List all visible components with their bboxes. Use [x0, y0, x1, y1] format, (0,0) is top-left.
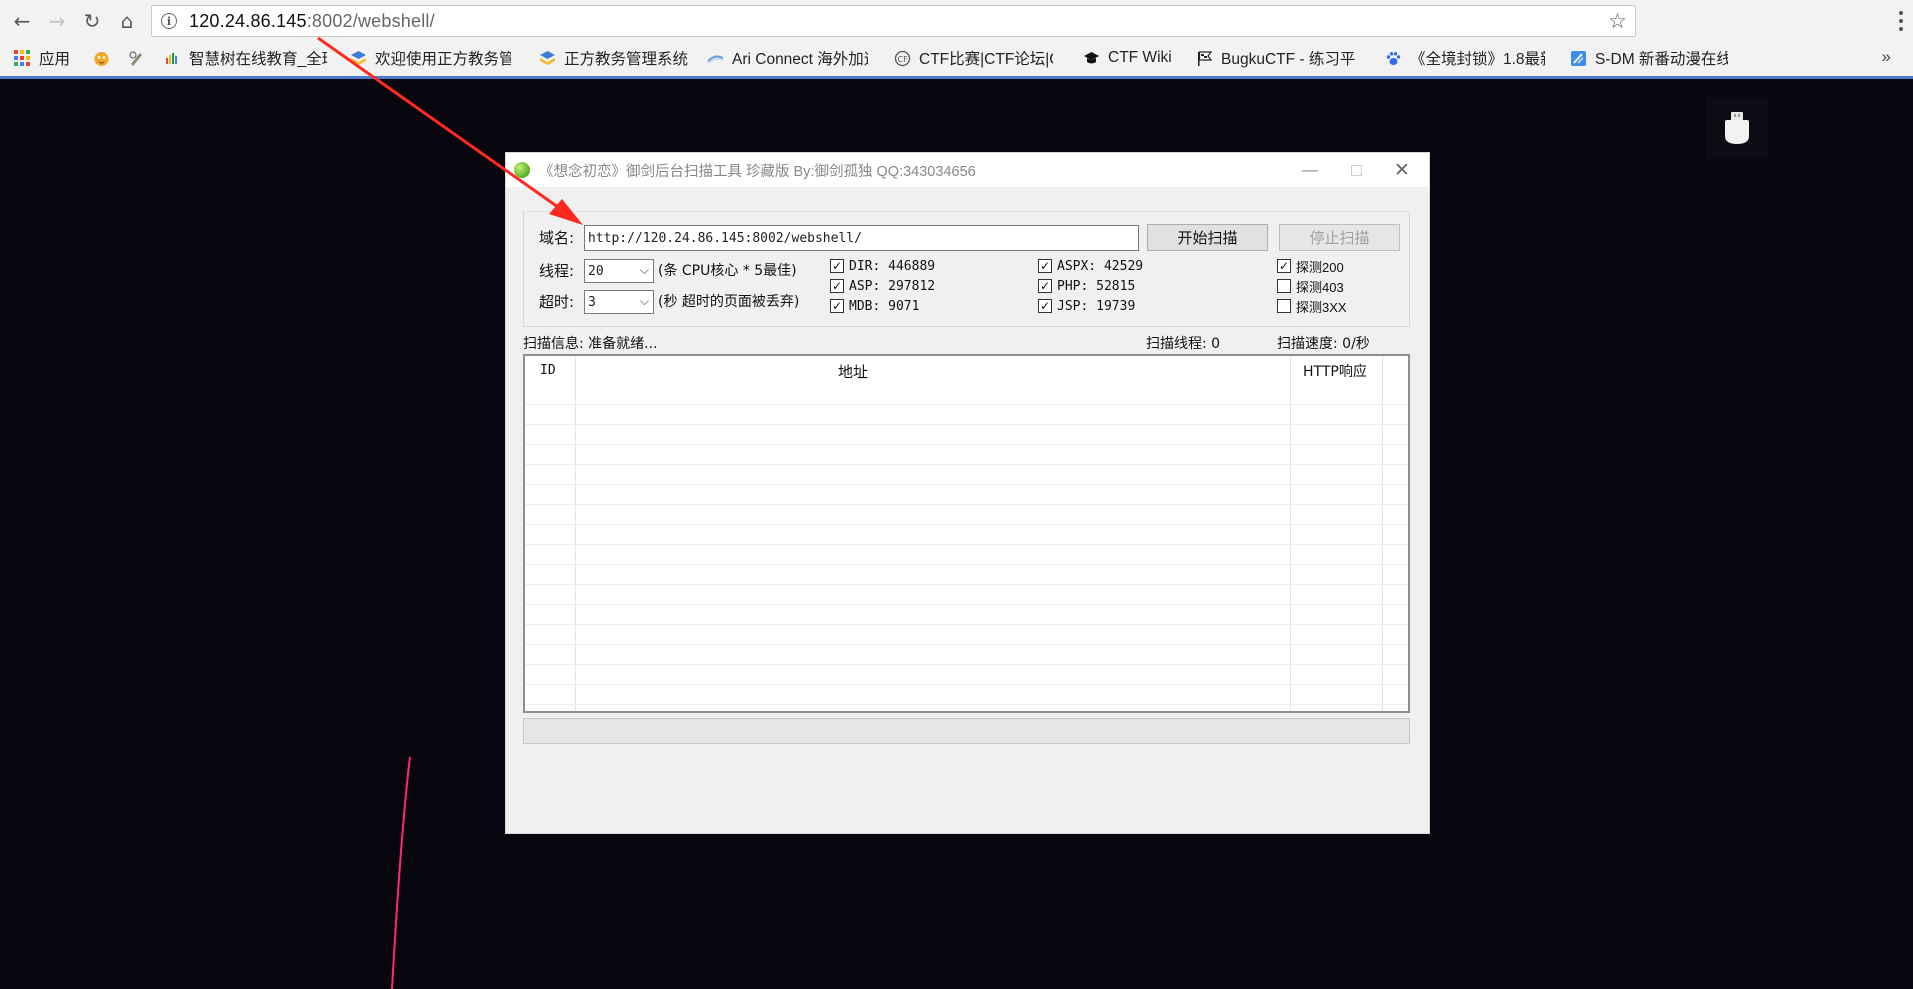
red-annotation-arrow	[317, 36, 583, 225]
